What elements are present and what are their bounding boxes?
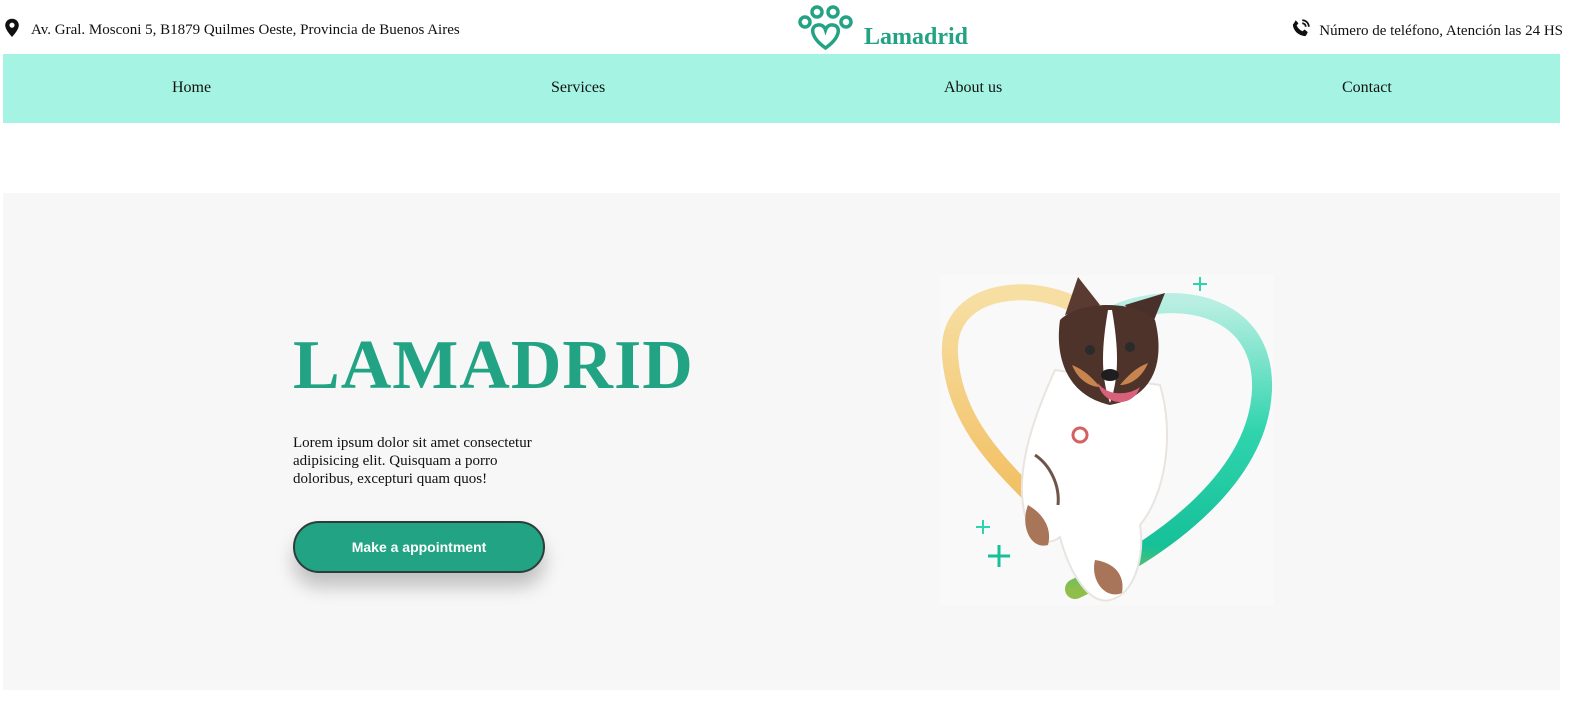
address: Av. Gral. Mosconi 5, B1879 Quilmes Oeste… (3, 18, 460, 43)
brand-name[interactable]: Lamadrid (864, 24, 968, 51)
nav-services[interactable]: Services (551, 79, 605, 97)
hero-title: LAMADRID (293, 327, 694, 404)
paw-heart-icon (796, 4, 856, 57)
phone-info: Número de teléfono, Atención las 24 HS (1290, 18, 1563, 44)
top-info-bar: Av. Gral. Mosconi 5, B1879 Quilmes Oeste… (0, 0, 1577, 54)
phone-text: Número de teléfono, Atención las 24 HS (1319, 22, 1563, 39)
nav-contact[interactable]: Contact (1342, 79, 1392, 97)
hero-description: Lorem ipsum dolor sit amet consectetur a… (293, 435, 532, 487)
nav-home[interactable]: Home (172, 79, 211, 97)
map-pin-icon (3, 18, 21, 43)
nav-about-us[interactable]: About us (944, 79, 1002, 97)
main-nav: Home Services About us Contact (3, 54, 1560, 123)
phone-icon (1290, 18, 1311, 44)
make-appointment-button[interactable]: Make a appointment (293, 521, 545, 573)
address-text: Av. Gral. Mosconi 5, B1879 Quilmes Oeste… (31, 22, 460, 38)
hero-section: LAMADRID Lorem ipsum dolor sit amet cons… (3, 193, 1560, 690)
brand-logo[interactable]: Lamadrid (796, 4, 968, 57)
dog-heart-illustration (940, 275, 1274, 605)
